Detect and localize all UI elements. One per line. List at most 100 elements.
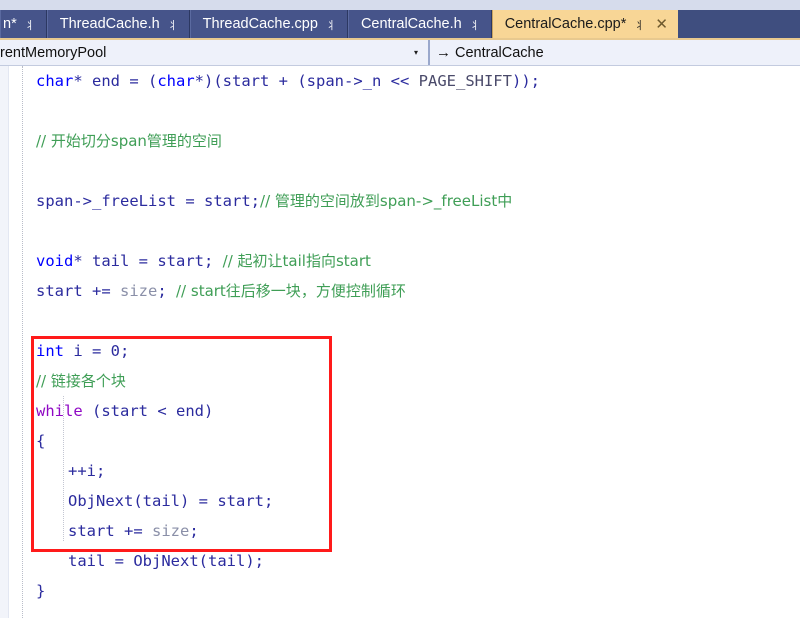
editor-tab-label: CentralCache.h <box>360 16 462 32</box>
code-token: ObjNext <box>68 492 134 510</box>
code-token: ; <box>189 522 199 540</box>
code-token: { <box>36 432 46 450</box>
code-token: < <box>148 402 177 420</box>
pin-icon[interactable]: 丬 <box>25 20 36 31</box>
pin-icon[interactable]: 丬 <box>326 20 337 31</box>
code-token: char <box>36 72 74 90</box>
tab-strip-top-edge <box>0 0 800 10</box>
member-dropdown-label: CentralCache <box>455 44 544 61</box>
code-line: ++i; <box>0 456 800 486</box>
scope-dropdown[interactable]: rentMemoryPool ▾ <box>0 40 430 65</box>
code-line: } <box>0 576 800 606</box>
editor-tab-strip: n* 丬 ThreadCache.h 丬 ThreadCache.cpp 丬 Central… <box>0 0 800 38</box>
code-token: start <box>204 192 251 210</box>
code-token: ; <box>157 282 176 300</box>
code-token: ObjNext <box>133 552 199 570</box>
code-token: // 链接各个块 <box>36 372 126 390</box>
code-token: ); <box>245 552 264 570</box>
code-token: start <box>222 72 270 90</box>
code-token: 0 <box>110 342 121 360</box>
arrow-right-icon: → <box>436 44 451 61</box>
code-line: { <box>0 426 800 456</box>
code-token: int <box>36 342 64 360</box>
code-token: // 开始切分span管理的空间 <box>36 132 222 150</box>
code-token: i = <box>64 342 111 360</box>
code-editor[interactable]: char* end = (char*)(start + (span->_n <<… <box>0 66 800 618</box>
code-token: void <box>36 252 74 270</box>
code-token: ) = <box>180 492 218 510</box>
code-token: _freeList <box>92 192 176 210</box>
code-token: size <box>120 282 158 300</box>
code-line: void* tail = start; // 起初让tail指向start <box>0 246 800 276</box>
editor-tab[interactable]: ThreadCache.h 丬 <box>46 10 190 38</box>
code-token: * <box>73 72 92 90</box>
code-token: -> <box>343 72 363 90</box>
code-token: ; <box>204 252 223 270</box>
code-token: ( <box>198 552 208 570</box>
code-line: int i = 0; <box>0 336 800 366</box>
code-token: while <box>36 402 83 420</box>
code-token: // start往后移一块，方便控制循环 <box>176 282 406 300</box>
code-token: start <box>157 252 204 270</box>
scope-dropdown-label: rentMemoryPool <box>0 44 107 61</box>
code-token: tail <box>92 252 130 270</box>
code-token: += <box>82 282 120 300</box>
code-token: tail <box>68 552 106 570</box>
code-token: ) <box>204 402 214 420</box>
editor-tab[interactable]: ThreadCache.cpp 丬 <box>189 10 348 38</box>
code-token: *)( <box>194 72 223 90</box>
code-token: // 管理的空间放到span->_freeList中 <box>260 192 513 210</box>
code-token: ( <box>133 492 143 510</box>
navigation-bar: rentMemoryPool ▾ → CentralCache <box>0 38 800 66</box>
code-line: char* end = (char*)(start + (span->_n <<… <box>0 66 800 96</box>
tab-strip-filler <box>677 10 800 38</box>
member-dropdown[interactable]: → CentralCache <box>430 40 800 65</box>
editor-tab-label: n* <box>3 16 17 32</box>
close-icon[interactable]: ✕ <box>653 17 668 32</box>
code-line: tail = ObjNext(tail); <box>0 546 800 576</box>
code-token: << <box>381 72 419 90</box>
code-token: ; <box>264 492 274 510</box>
code-token: + ( <box>269 72 307 90</box>
code-token: } <box>36 582 46 600</box>
editor-tab-label: CentralCache.cpp* <box>504 16 627 32</box>
code-line: start += size; // start往后移一块，方便控制循环 <box>0 276 800 306</box>
code-token: += <box>114 522 152 540</box>
code-token: start <box>217 492 264 510</box>
code-token: PAGE_SHIFT <box>418 72 512 90</box>
editor-tab[interactable]: CentralCache.cpp* 丬 ✕ <box>491 10 678 38</box>
code-token: tail <box>208 552 246 570</box>
code-token: = ( <box>120 72 158 90</box>
code-line: while (start < end) <box>0 396 800 426</box>
code-token: span <box>36 192 74 210</box>
pin-icon[interactable]: 丬 <box>470 20 481 31</box>
code-token: * <box>73 252 92 270</box>
code-token: ++i; <box>68 462 106 480</box>
editor-tab[interactable]: n* 丬 <box>0 10 47 38</box>
code-token: start <box>101 402 149 420</box>
code-token: start <box>36 282 83 300</box>
pin-icon[interactable]: 丬 <box>168 20 179 31</box>
code-line: // 链接各个块 <box>0 366 800 396</box>
editor-tab[interactable]: CentralCache.h 丬 <box>347 10 492 38</box>
code-token: tail <box>142 492 180 510</box>
code-token: end <box>92 72 120 90</box>
code-token: ; <box>250 192 261 210</box>
code-line: ObjNext(tail) = start; <box>0 486 800 516</box>
code-token: size <box>152 522 190 540</box>
code-token: span <box>306 72 344 90</box>
code-token: = <box>129 252 158 270</box>
code-line: // 开始切分span管理的空间 <box>0 126 800 156</box>
code-token: )); <box>511 72 540 90</box>
editor-tab-label: ThreadCache.h <box>59 16 160 32</box>
code-token: char <box>157 72 195 90</box>
pin-icon[interactable]: 丬 <box>634 20 645 31</box>
code-token: end <box>176 402 205 420</box>
code-token: -> <box>73 192 92 210</box>
code-text-area[interactable]: char* end = (char*)(start + (span->_n <<… <box>0 66 800 618</box>
